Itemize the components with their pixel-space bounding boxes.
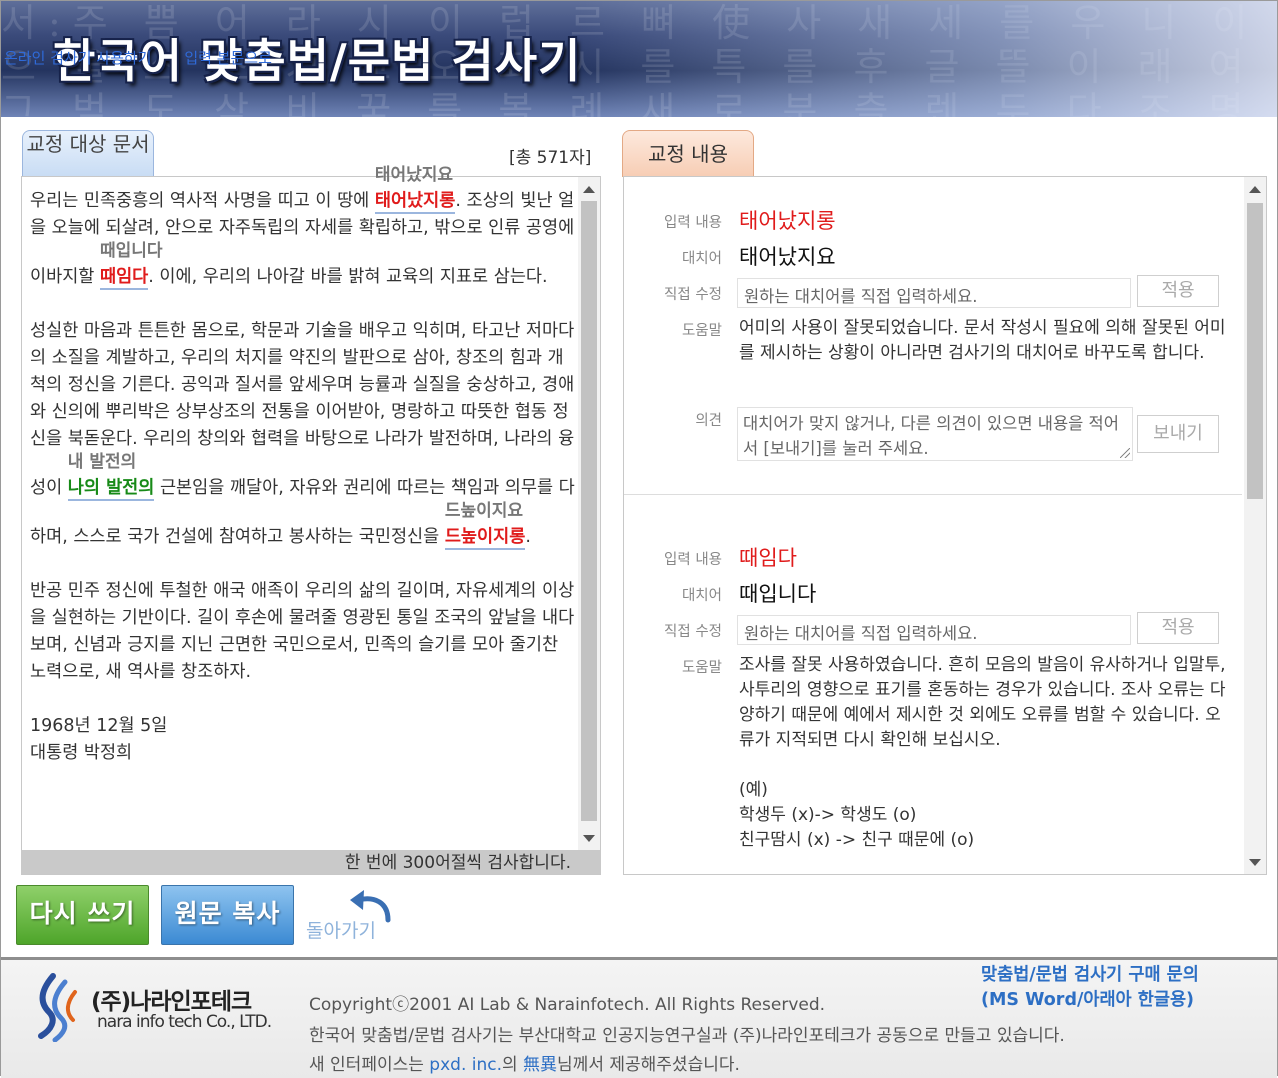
document-signer: 대통령 박정희 <box>30 743 133 763</box>
opinion-label: 의견 <box>695 413 722 429</box>
apply-button[interactable]: 적용 <box>1137 612 1219 644</box>
paragraph-3: 반공 민주 정신에 투철한 애국 애족이 우리의 삶의 길이며, 자유세계의 이… <box>30 581 575 682</box>
nara-logo-icon <box>38 973 77 1042</box>
resize-grip-icon[interactable] <box>1120 448 1130 458</box>
suggestion-3: 내 발전의 <box>67 452 137 472</box>
credit-line-2: 새 인터페이스는 pxd. inc.의 無異님께서 제공해주셨습니다. <box>309 1055 740 1075</box>
example-2: 친구땀시 (x) -> 친구 때문에 (o) <box>739 830 975 850</box>
example-1: 학생두 (x)-> 학생도 (o) <box>739 805 917 825</box>
replacement-label: 대치어 <box>681 251 722 267</box>
scroll-thumb[interactable] <box>581 201 597 821</box>
help-label: 도움말 <box>681 323 722 339</box>
paragraph-2: 성실한 마음과 튼튼한 몸으로, 학문과 기술을 배우고 익히며, 타고난 저마… <box>30 318 575 551</box>
tab-source-document-label: 교정 대상 문서 <box>26 132 150 156</box>
help-label: 도움말 <box>681 660 722 676</box>
back-label: 돌아가기 <box>306 920 376 942</box>
input-word: 때임다 <box>739 546 797 570</box>
direct-edit-label: 직접 수정 <box>664 287 722 303</box>
card-divider <box>624 494 1242 495</box>
purchase-inquiry-link[interactable]: 맞춤법/문법 검사기 구매 문의 (MS Word/아래아 한글용) <box>981 963 1199 1013</box>
muee-link[interactable]: 無異 <box>523 1055 557 1075</box>
direct-edit-input[interactable]: 원하는 대치어를 직접 입력하세요. <box>737 278 1131 308</box>
back-button[interactable]: 돌아가기 <box>306 888 396 948</box>
replacement-word: 때입니다 <box>739 582 817 606</box>
company-name: (주)나라인포테크 <box>91 989 252 1015</box>
send-button[interactable]: 보내기 <box>1137 415 1219 453</box>
right-scrollbar[interactable] <box>1244 177 1266 874</box>
apply-button[interactable]: 적용 <box>1137 275 1219 307</box>
copy-original-button[interactable]: 원문 복사 <box>161 885 294 945</box>
error-word-4[interactable]: 드높이지요 드높이지롱 <box>444 501 526 550</box>
text-segment: 우리는 민족중흥의 역사적 사명을 띠고 이 땅에 <box>30 191 370 211</box>
scroll-up-icon[interactable] <box>583 186 595 193</box>
text-segment: . <box>525 527 531 547</box>
opinion-textarea[interactable]: 대치어가 맞지 않거나, 다른 의견이 있으면 내용을 적어서 [보내기]를 눌… <box>737 407 1133 461</box>
suggestion-2: 때입니다 <box>99 241 163 261</box>
input-label: 입력 내용 <box>664 215 722 231</box>
scroll-down-icon[interactable] <box>583 835 595 842</box>
document-text[interactable]: 우리는 민족중흥의 역사적 사명을 띠고 이 땅에 태어났지요 태어났지롱. 조상… <box>30 165 575 767</box>
company-name-en: nara info tech Co., LTD. <box>97 1012 272 1032</box>
skip-links: 온라인 검사기 사용하기 입력 본문으로 <box>4 47 272 68</box>
scroll-up-icon[interactable] <box>1249 186 1261 193</box>
error-word-2[interactable]: 때입니다 때임다 <box>99 241 163 290</box>
char-count: [총 571자] <box>509 148 592 168</box>
app-header: 서:주 쁨 어 라 시 이 럽 르 뼈 使 사 새 세 를 우 니 이 文 나 … <box>1 1 1277 117</box>
tab-correction-label: 교정 내용 <box>648 142 728 166</box>
replacement-word: 태어났지요 <box>739 245 836 269</box>
scroll-down-icon[interactable] <box>1249 859 1261 866</box>
error-word-3[interactable]: 내 발전의 나의 발전의 <box>67 452 155 501</box>
pxd-link[interactable]: pxd. inc. <box>429 1055 502 1075</box>
correction-panel[interactable]: 입력 내용 태어났지롱 대치어 태어났지요 직접 수정 원하는 대치어를 직접 … <box>623 176 1267 875</box>
skip-link-usage[interactable]: 온라인 검사기 사용하기 <box>4 49 152 67</box>
input-word: 태어났지롱 <box>739 209 836 233</box>
scroll-thumb[interactable] <box>1247 203 1263 499</box>
document-date: 1968년 12월 5일 <box>30 716 168 736</box>
replacement-label: 대치어 <box>681 588 722 604</box>
source-document-panel[interactable]: 우리는 민족중흥의 역사적 사명을 띠고 이 땅에 태어났지요 태어났지롱. 조상… <box>21 165 601 875</box>
footer: (주)나라인포테크 nara info tech Co., LTD. Copyr… <box>1 957 1277 1078</box>
credit-line: 한국어 맞춤법/문법 검사기는 부산대학교 인공지능연구실과 (주)나라인포테크… <box>309 1026 1065 1046</box>
tab-correction: 교정 내용 <box>622 130 754 177</box>
help-text: 조사를 잘못 사용하였습니다. 흔히 모음의 발음이 유사하거나 입말투, 사투… <box>739 653 1229 853</box>
help-text: 어미의 사용이 잘못되었습니다. 문서 작성시 필요에 의해 잘못된 어미를 제… <box>739 318 1226 363</box>
word-limit-note: 한 번에 300어절씩 검사합니다. <box>344 853 571 873</box>
left-scrollbar[interactable] <box>578 177 600 850</box>
paragraph-1: 우리는 민족중흥의 역사적 사명을 띠고 이 땅에 태어났지요 태어났지롱. 조상… <box>30 165 575 291</box>
error-word-1[interactable]: 태어났지요 태어났지롱 <box>374 165 456 214</box>
input-label: 입력 내용 <box>664 552 722 568</box>
left-footer-bar: 한 번에 300어절씩 검사합니다. <box>21 850 601 874</box>
direct-edit-label: 직접 수정 <box>664 624 722 640</box>
text-segment: . 이에, 우리의 나아갈 바를 밝혀 교육의 지표로 삼는다. <box>148 267 548 287</box>
company-logo: (주)나라인포테크 nara info tech Co., LTD. <box>31 972 281 1042</box>
rewrite-button[interactable]: 다시 쓰기 <box>16 885 149 945</box>
skip-link-body[interactable]: 입력 본문으로 <box>184 49 272 67</box>
suggestion-1: 태어났지요 <box>374 165 454 185</box>
direct-edit-input[interactable]: 원하는 대치어를 직접 입력하세요. <box>737 615 1131 645</box>
copyright: Copyrightⓒ2001 AI Lab & Narainfotech. Al… <box>309 995 826 1015</box>
tab-source-document: 교정 대상 문서 <box>22 130 154 177</box>
suggestion-4: 드높이지요 <box>444 501 524 521</box>
example-title: (예) <box>739 780 768 800</box>
